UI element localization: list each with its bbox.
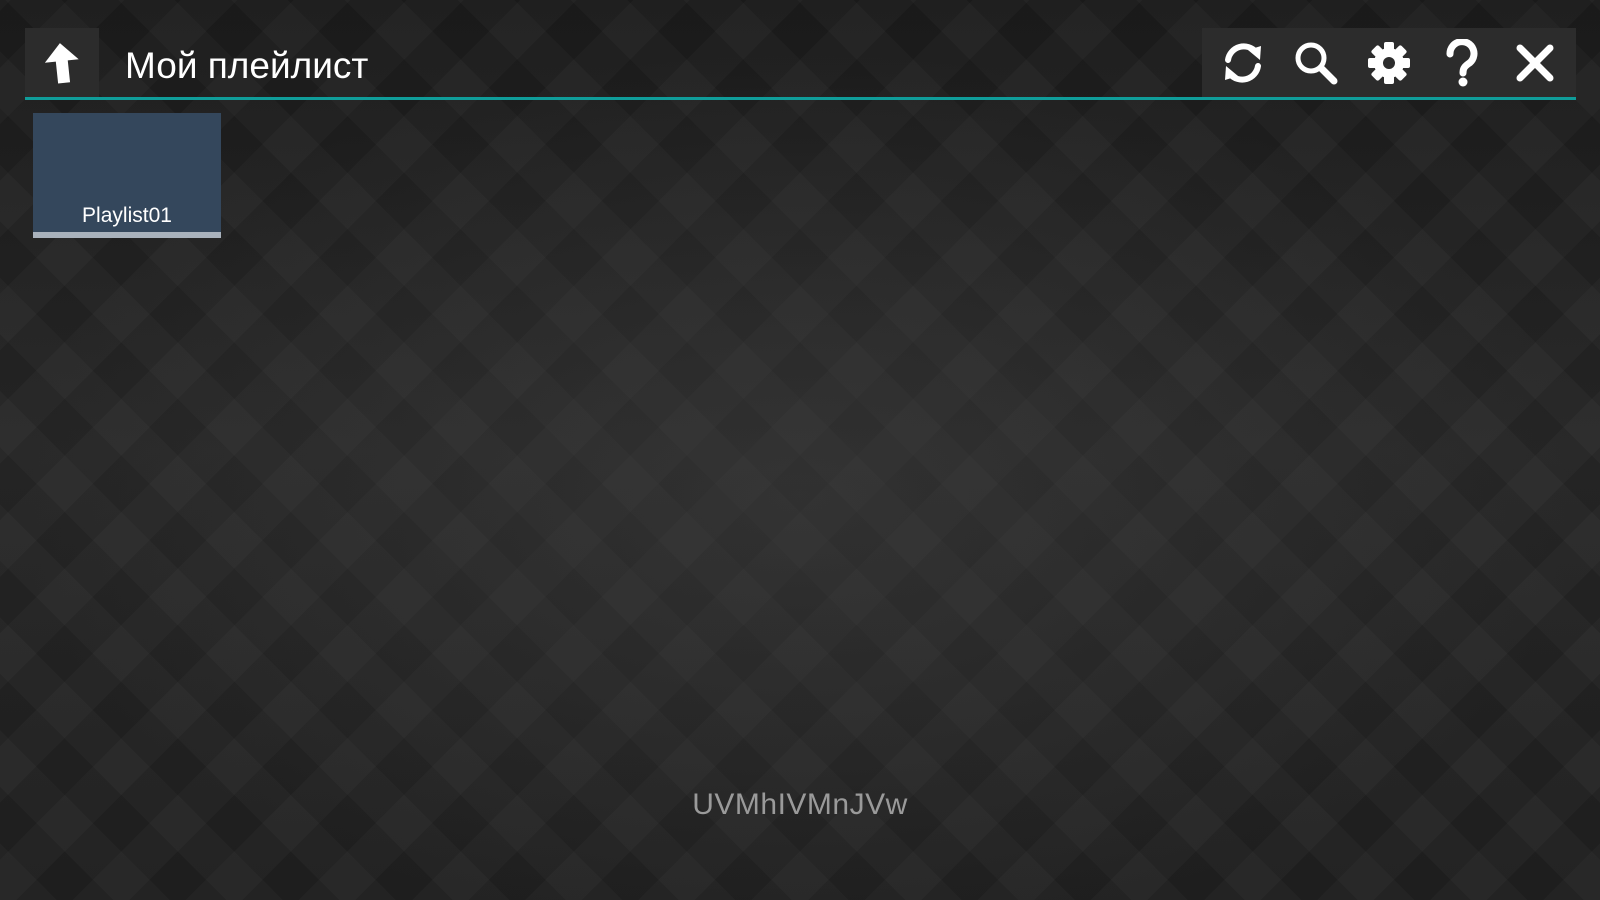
page-title: Мой плейлист bbox=[125, 45, 369, 86]
search-icon bbox=[1295, 42, 1338, 84]
close-button[interactable] bbox=[1504, 32, 1566, 94]
header-divider bbox=[25, 97, 1576, 100]
close-icon bbox=[1516, 44, 1554, 81]
help-button[interactable] bbox=[1431, 32, 1493, 94]
settings-button[interactable] bbox=[1358, 32, 1420, 94]
playlist-tile-label: Playlist01 bbox=[82, 204, 172, 227]
refresh-button[interactable] bbox=[1212, 32, 1274, 94]
gear-icon bbox=[1367, 41, 1410, 84]
playlist-tile[interactable]: Playlist01 bbox=[33, 113, 221, 238]
device-code: UVMhIVMnJVw bbox=[692, 788, 908, 821]
help-icon bbox=[1446, 38, 1478, 86]
playlist-tile-bar bbox=[33, 232, 221, 238]
search-button[interactable] bbox=[1285, 32, 1347, 94]
playlist-grid: Playlist01 bbox=[33, 113, 221, 238]
toolbar bbox=[1202, 28, 1576, 97]
top-bar: Мой плейлист bbox=[25, 28, 1576, 100]
refresh-icon bbox=[1224, 42, 1261, 83]
back-button[interactable] bbox=[25, 28, 99, 97]
arrow-up-icon bbox=[44, 42, 79, 84]
